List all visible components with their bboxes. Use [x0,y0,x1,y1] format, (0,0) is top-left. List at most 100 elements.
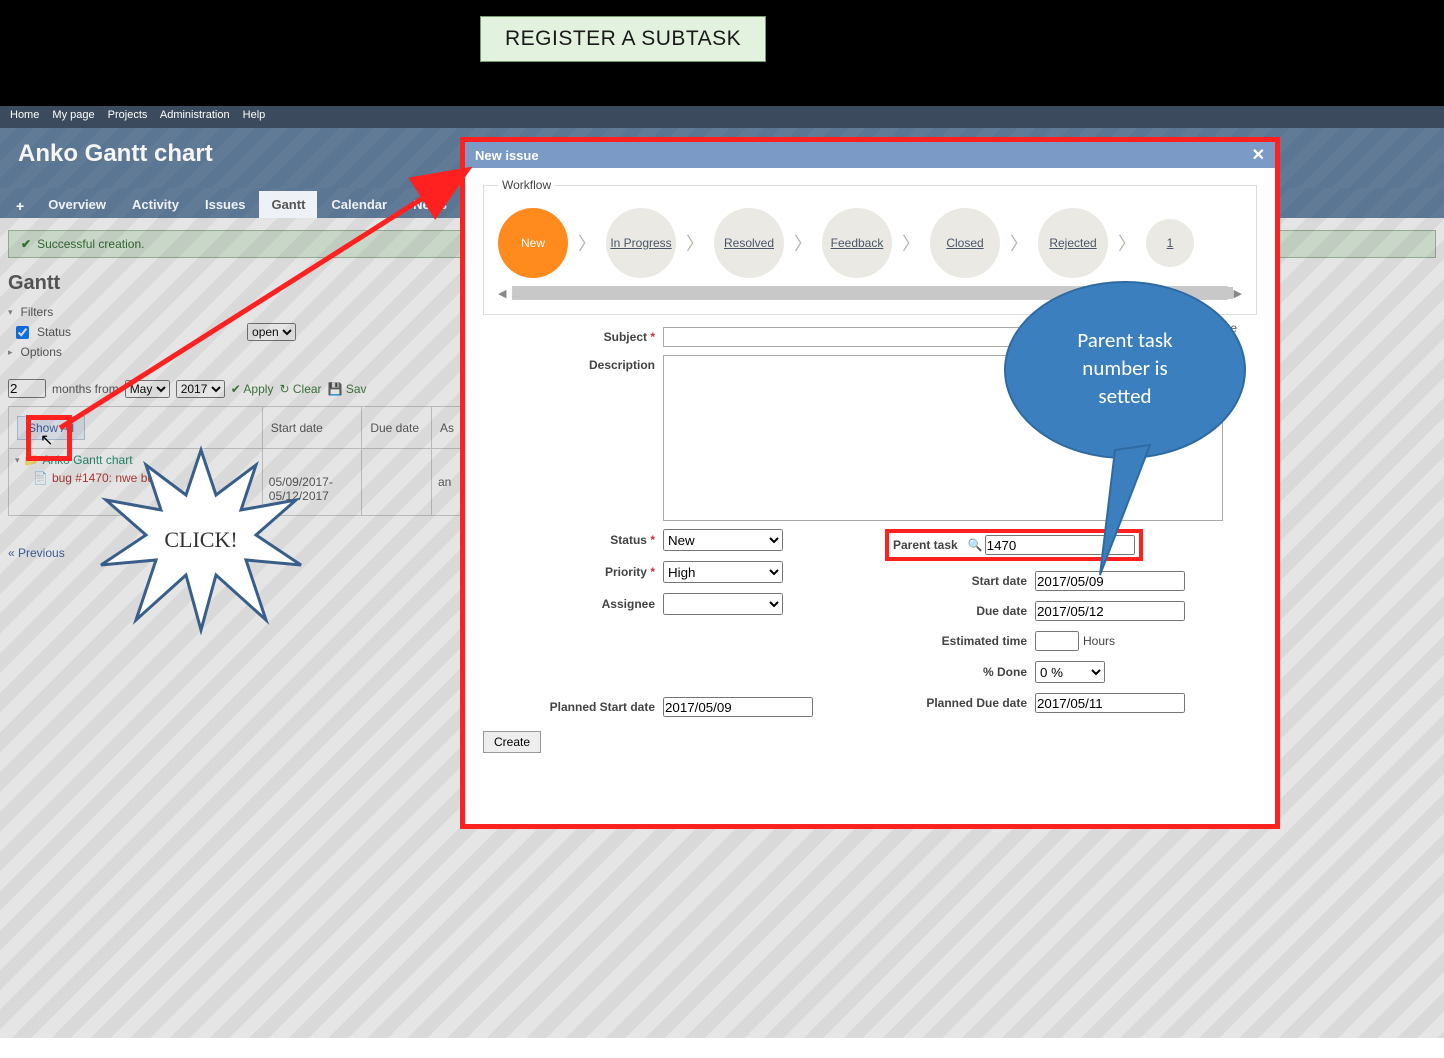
menu-projects[interactable]: Projects [108,109,148,121]
scroll-left-icon[interactable]: ◀ [498,287,506,300]
new-issue-dialog: New issue ✕ Workflow New 〉 In Progress 〉… [460,137,1280,829]
issue-label: bug #1470: nwe bug [52,471,161,485]
menu-help[interactable]: Help [243,109,266,121]
chevron-right-icon: 〉 [1010,230,1028,256]
tab-issues[interactable]: Issues [193,191,257,218]
month-select[interactable]: May [125,380,170,398]
months-from-label: months from [52,382,119,396]
workflow-feedback[interactable]: Feedback [822,208,892,278]
planned-start-label: Planned Start date [483,700,663,714]
project-row[interactable]: ▾ 📁 Anko Gantt chart [15,453,256,467]
tab-activity[interactable]: Activity [120,191,191,218]
clear-link[interactable]: ↻ Clear [279,382,321,396]
disk-icon: 💾 [328,382,343,396]
date-cell: 05/09/2017- 05/12/2017 [263,449,362,507]
col-due-date: Due date [362,407,431,449]
apply-link[interactable]: ✔ Apply [231,382,274,396]
annotation-banner: REGISTER A SUBTASK [480,16,766,62]
previous-link[interactable]: « Previous [8,546,65,560]
project-name: Anko Gantt chart [42,453,132,467]
issue-row[interactable]: 📄 bug #1470: nwe bug [15,471,256,485]
workflow-resolved[interactable]: Resolved [714,208,784,278]
menu-mypage[interactable]: My page [52,109,94,121]
tab-gantt[interactable]: Gantt [259,191,317,218]
planned-due-input[interactable] [1035,693,1185,713]
tab-overview[interactable]: Overview [36,191,118,218]
start-date-input[interactable] [1035,571,1185,591]
check-icon: ✔ [21,237,31,251]
workflow-inprogress[interactable]: In Progress [606,208,676,278]
as-cell: an [432,449,462,493]
due-date-label: Due date [885,604,1035,618]
project-title: Anko Gantt chart [18,140,213,167]
workflow-new[interactable]: New [498,208,568,278]
workflow-one[interactable]: 1 [1146,219,1194,267]
parent-task-input[interactable] [985,535,1135,555]
scroll-track[interactable] [512,286,1227,300]
estimated-input[interactable] [1035,631,1079,651]
workflow-legend: Workflow [498,178,555,192]
start-date-label: Start date [885,574,1035,588]
status-select[interactable]: New [663,529,783,551]
workflow-scroll[interactable]: ◀ ▶ [498,286,1242,300]
due-date-input[interactable] [1035,601,1185,621]
priority-label: Priority * [483,565,663,579]
planned-due-label: Planned Due date [885,696,1035,710]
year-select[interactable]: 2017 [176,380,225,398]
close-icon[interactable]: ✕ [1252,145,1265,165]
showall-button[interactable]: Show All [17,416,85,440]
workflow-rejected[interactable]: Rejected [1038,208,1108,278]
chevron-right-icon: 〉 [902,230,920,256]
private-label-fragment: ate [1220,321,1237,335]
flash-text: Successful creation. [37,237,144,251]
status-label: Status [37,325,71,339]
done-select[interactable]: 0 % [1035,661,1105,683]
menu-home[interactable]: Home [10,109,39,121]
col-start-date: Start date [263,407,362,449]
options-label: Options [21,345,62,359]
priority-select[interactable]: High [663,561,783,583]
reload-icon: ↻ [279,382,289,396]
create-button[interactable]: Create [483,731,541,753]
issue-icon: 📄 [33,471,48,485]
check-icon: ✔ [231,382,241,396]
months-input[interactable] [8,379,46,398]
menu-admin[interactable]: Administration [160,109,230,121]
workflow-closed[interactable]: Closed [930,208,1000,278]
parent-task-highlight: Parent task 🔍 [885,529,1143,561]
dialog-titlebar[interactable]: New issue ✕ [465,142,1275,168]
chevron-right-icon: 〉 [578,230,596,256]
status-select[interactable]: open [247,323,296,341]
planned-start-input[interactable] [663,697,813,717]
collapse-icon[interactable]: ▾ [8,307,13,318]
tab-calendar[interactable]: Calendar [319,191,399,218]
chevron-right-icon: 〉 [686,230,704,256]
new-tab-button[interactable]: + [6,194,34,218]
parent-task-label: Parent task [893,538,966,552]
folder-icon: 📁 [24,453,39,467]
hours-label: Hours [1083,634,1115,648]
subject-input[interactable] [663,327,1223,347]
collapse-icon[interactable]: ▾ [15,455,20,466]
expand-icon[interactable]: ▸ [8,347,13,358]
chevron-right-icon: 〉 [794,230,812,256]
scroll-right-icon[interactable]: ▶ [1234,287,1242,300]
chevron-right-icon: 〉 [1118,230,1136,256]
done-label: % Done [885,665,1035,679]
gantt-table: Show All ▾ 📁 Anko Gantt chart 📄 bug #147… [8,406,463,516]
description-textarea[interactable] [663,355,1223,521]
description-label: Description [483,355,663,372]
save-link[interactable]: 💾 Sav [328,382,367,396]
status-label: Status * [483,533,663,547]
dialog-title-text: New issue [475,148,539,163]
assignee-select[interactable] [663,593,783,615]
tab-news[interactable]: News [401,191,459,218]
estimated-label: Estimated time [885,634,1035,648]
workflow-fieldset: Workflow New 〉 In Progress 〉 Resolved 〉 … [483,178,1257,315]
assignee-label: Assignee [483,597,663,611]
scroll-thumb[interactable] [513,287,1233,299]
col-as: As [432,407,462,449]
search-icon[interactable]: 🔍 [968,538,983,552]
filters-label: Filters [21,305,54,319]
status-checkbox[interactable] [16,326,29,339]
